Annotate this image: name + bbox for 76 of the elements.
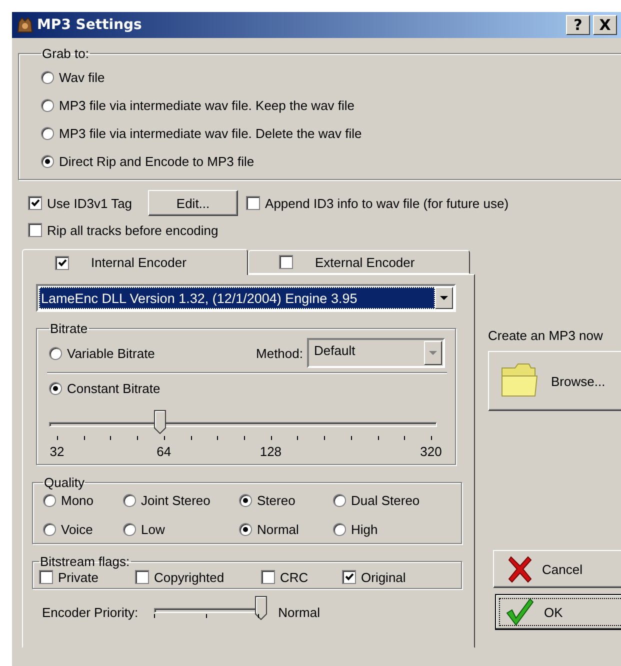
radio-option[interactable]: Stereo: [239, 492, 333, 508]
radio-selected-icon[interactable]: [239, 522, 252, 536]
checkbox-square[interactable]: [28, 196, 42, 210]
check-icon: [344, 573, 354, 581]
radio-empty-icon[interactable]: [333, 494, 346, 506]
radio-selected-icon[interactable]: [49, 382, 62, 394]
edit-button[interactable]: Edit...: [148, 190, 238, 216]
checkbox[interactable]: Original: [342, 569, 442, 585]
check-icon: [30, 199, 40, 207]
tab[interactable]: Internal Encoder: [22, 249, 248, 275]
help-button[interactable]: ?: [566, 15, 590, 35]
radio-empty-icon[interactable]: [41, 98, 54, 112]
radio-empty-icon[interactable]: [41, 126, 54, 140]
scale-label: 320: [420, 444, 442, 459]
radio-option[interactable]: Joint Stereo: [123, 492, 239, 508]
radio-option[interactable]: Voice: [43, 521, 123, 537]
dropdown-arrow-icon: [429, 351, 437, 355]
radio-option[interactable]: MP3 file via intermediate wav file. Keep the wav file: [41, 97, 605, 113]
group-label: Grab to:: [41, 46, 90, 61]
group-label: Bitrate: [49, 321, 89, 336]
window-title: MP3 Settings: [37, 17, 143, 33]
checkbox-square[interactable]: [261, 570, 275, 584]
method-label: Method:: [256, 346, 303, 360]
checkbox-square[interactable]: [28, 223, 42, 237]
priority-reading: Normal: [278, 605, 320, 620]
radio-option[interactable]: MP3 file via intermediate wav file. Delete the wav file: [41, 125, 605, 141]
group-label: Bitstream flags:: [39, 554, 131, 569]
radio-empty-icon[interactable]: [123, 522, 136, 536]
cancel-button[interactable]: Cancel: [493, 550, 621, 588]
check-icon: [58, 258, 66, 266]
create-label: Create an MP3 now: [488, 328, 604, 343]
slider-thumb[interactable]: [255, 596, 268, 620]
radio-option[interactable]: Variable Bitrate: [49, 345, 155, 361]
checkbox[interactable]: CRC: [261, 569, 342, 585]
radio-option[interactable]: Dual Stereo: [333, 492, 443, 508]
scale-label: 64: [156, 444, 172, 459]
scale-label: 128: [260, 444, 282, 459]
radio-option[interactable]: Wav file: [41, 69, 605, 85]
group-label: Quality: [43, 475, 86, 490]
radio-selected-icon[interactable]: [41, 154, 54, 168]
checkbox[interactable]: Rip all tracks before encoding: [28, 222, 218, 238]
radio-empty-icon[interactable]: [43, 494, 56, 506]
checkbox-square[interactable]: [55, 256, 69, 270]
tab[interactable]: External Encoder: [248, 250, 470, 274]
app-icon: [16, 16, 34, 34]
ok-button[interactable]: OK: [495, 594, 621, 630]
cross-icon: [508, 555, 532, 583]
slider-thumb[interactable]: [154, 410, 166, 434]
checkmark-icon: [506, 598, 534, 626]
encoder-dropdown[interactable]: LameEnc DLL Version 1.32, (12/1/2004) Engine 3.95: [36, 284, 456, 312]
browse-button[interactable]: Browse...: [488, 351, 621, 411]
scale-label: 32: [50, 444, 64, 459]
dropdown-arrow-icon: [440, 296, 448, 300]
checkbox-square[interactable]: [279, 255, 293, 269]
radio-option[interactable]: Mono: [43, 492, 123, 508]
radio-empty-icon[interactable]: [49, 346, 62, 360]
radio-option[interactable]: Low: [123, 521, 239, 537]
radio-empty-icon[interactable]: [123, 494, 136, 506]
checkbox[interactable]: Copyrighted: [135, 569, 261, 585]
checkbox-square[interactable]: [246, 196, 260, 210]
radio-option[interactable]: Constant Bitrate: [49, 380, 445, 396]
checkbox-square[interactable]: [342, 570, 356, 584]
radio-empty-icon[interactable]: [333, 522, 346, 536]
radio-empty-icon[interactable]: [41, 70, 54, 84]
checkbox[interactable]: Private: [39, 569, 135, 585]
checkbox-square[interactable]: [135, 570, 149, 584]
checkbox[interactable]: Use ID3v1 Tag: [28, 195, 132, 211]
priority-label: Encoder Priority:: [42, 605, 138, 620]
radio-empty-icon[interactable]: [43, 522, 56, 536]
checkbox-square[interactable]: [39, 570, 53, 584]
radio-option[interactable]: Direct Rip and Encode to MP3 file: [41, 153, 605, 169]
close-button[interactable]: X: [593, 15, 617, 35]
radio-option[interactable]: High: [333, 521, 443, 537]
radio-option[interactable]: Normal: [239, 521, 333, 537]
radio-selected-icon[interactable]: [239, 494, 252, 506]
checkbox[interactable]: Append ID3 info to wav file (for future use): [246, 195, 509, 211]
